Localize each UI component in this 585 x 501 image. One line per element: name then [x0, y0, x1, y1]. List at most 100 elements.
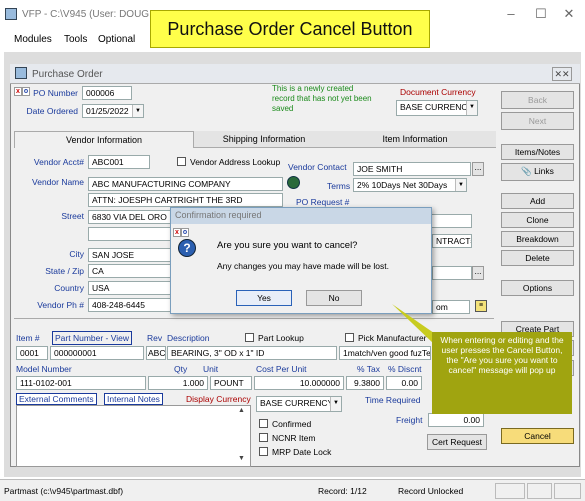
vendor-name-field[interactable]: ABC MANUFACTURING COMPANY [88, 177, 283, 191]
status-panel [554, 483, 581, 499]
part-number-view-link[interactable]: Part Number - View [52, 331, 133, 345]
ncnr-item-checkbox[interactable] [259, 433, 268, 442]
comments-textarea[interactable] [16, 405, 251, 467]
vendor-attn-field[interactable]: ATTN: JOESPH CARTRIGHT THE 3RD [88, 193, 283, 207]
document-currency-label: Document Currency [400, 87, 476, 97]
region-lookup-button[interactable]: ... [472, 266, 484, 280]
options-button[interactable]: Options [501, 280, 574, 296]
state-zip-label: State / Zip [45, 266, 84, 276]
tab-external-comments[interactable]: External Comments [16, 393, 97, 405]
menu-modules[interactable]: Modules [14, 34, 52, 45]
date-ordered-value: 01/25/2022 [86, 106, 129, 116]
scroll-up-icon[interactable]: ▲ [238, 407, 245, 414]
chevron-down-icon[interactable]: ▼ [132, 105, 143, 117]
minimize-icon[interactable]: – [500, 6, 522, 22]
delete-button[interactable]: Delete [501, 250, 574, 266]
part-number-field[interactable]: 000000001 [50, 346, 144, 360]
terms-select[interactable]: 2% 10Days Net 30Days ▼ [353, 178, 467, 192]
confirmed-checkbox[interactable] [259, 419, 268, 428]
add-button[interactable]: Add [501, 193, 574, 209]
back-button[interactable]: Back [501, 91, 574, 109]
tab-vendor-information[interactable]: Vendor Information [14, 131, 194, 148]
status-panel [527, 483, 552, 499]
contract-field-fragment[interactable] [432, 214, 472, 228]
country-field[interactable]: USA [88, 281, 176, 295]
model-number-label: Model Number [16, 364, 72, 374]
display-currency-value: BASE CURRENCY [260, 398, 334, 408]
state-field[interactable]: CA [88, 264, 176, 278]
unit-field[interactable]: POUNT [210, 376, 252, 390]
clone-button[interactable]: Clone [501, 212, 574, 228]
rev-field[interactable]: ABC [146, 346, 166, 360]
cost-per-unit-label: Cost Per Unit [256, 364, 307, 374]
ncnr-item-label: NCNR Item [272, 433, 316, 443]
status-record: Record: 1/12 [318, 486, 367, 496]
cert-request-button[interactable]: Cert Request [427, 434, 487, 450]
menu-tools[interactable]: Tools [64, 34, 87, 45]
qty-field[interactable]: 1.000 [148, 376, 208, 390]
items-notes-button[interactable]: Items/Notes [501, 144, 574, 160]
vendor-acct-field[interactable]: ABC001 [88, 155, 150, 169]
chevron-down-icon[interactable]: ▼ [330, 397, 341, 411]
globe-icon[interactable] [287, 176, 300, 189]
email-icon[interactable]: ≡ [475, 300, 487, 312]
discount-field[interactable]: 0.00 [386, 376, 422, 390]
item-number-label: Item # [16, 333, 40, 343]
model-number-field[interactable]: 111-0102-001 [16, 376, 146, 390]
scroll-down-icon[interactable]: ▼ [238, 455, 245, 462]
no-button[interactable]: No [306, 290, 362, 306]
cancel-button[interactable]: Cancel [501, 428, 574, 444]
region-field-fragment[interactable] [432, 266, 472, 280]
maximize-icon[interactable]: ☐ [530, 6, 552, 22]
vendor-acct-label: Vendor Acct# [33, 157, 84, 167]
app-icon [5, 8, 17, 20]
vendor-phone-field[interactable]: 408-248-6445 [88, 298, 176, 312]
description-field[interactable]: BEARING, 3" OD x 1" ID [167, 346, 337, 360]
document-currency-select[interactable]: BASE CURRENCY ▼ [396, 100, 478, 116]
vendor-address-lookup-checkbox[interactable] [177, 157, 186, 166]
vendor-contact-lookup-button[interactable]: ... [472, 162, 484, 176]
tax-field[interactable]: 9.3800 [346, 376, 384, 390]
part-lookup-label: Part Lookup [258, 333, 304, 343]
manufacturer-note-field[interactable]: 1match/ven good fuzTe [339, 346, 431, 360]
tab-internal-notes[interactable]: Internal Notes [104, 393, 163, 405]
po-window-icon [15, 67, 27, 79]
yes-button[interactable]: Yes [236, 290, 292, 306]
street-line2-field[interactable] [88, 227, 176, 241]
cancel-tooltip: When entering or editing and the user pr… [432, 332, 572, 414]
pick-manufacturer-checkbox[interactable] [345, 333, 354, 342]
next-button[interactable]: Next [501, 112, 574, 130]
vendor-contact-field[interactable]: JOE SMITH [353, 162, 471, 176]
street-field[interactable]: 6830 VIA DEL ORO [88, 210, 176, 224]
confirmed-label: Confirmed [272, 419, 312, 429]
menu-optional[interactable]: Optional [98, 34, 135, 45]
cost-per-unit-field[interactable]: 10.000000 [254, 376, 344, 390]
status-note: This is a newly created record that has … [272, 84, 372, 113]
date-ordered-field[interactable]: 01/25/2022 ▼ [82, 104, 144, 118]
po-number-field[interactable]: 000006 [82, 86, 132, 100]
chevron-down-icon[interactable]: ▼ [466, 101, 477, 115]
tab-shipping-information[interactable]: Shipping Information [194, 131, 334, 148]
display-currency-select[interactable]: BASE CURRENCY ▼ [256, 396, 342, 412]
po-window-close-icon[interactable]: ✕✕ [552, 67, 572, 81]
paperclip-icon: 📎 [521, 166, 532, 176]
dialog-title: Confirmation required [171, 208, 431, 224]
question-icon: ? [178, 239, 196, 257]
vendor-address-lookup-label: Vendor Address Lookup [190, 157, 281, 167]
callout-banner: Purchase Order Cancel Button [150, 10, 430, 48]
mrp-date-lock-checkbox[interactable] [259, 447, 268, 456]
breakdown-button[interactable]: Breakdown [501, 231, 574, 247]
item-number-field[interactable]: 0001 [16, 346, 48, 360]
tax-label: % Tax [357, 364, 380, 374]
links-button[interactable]: 📎 Links [501, 163, 574, 181]
tab-item-information[interactable]: Item Information [334, 131, 496, 148]
window-title: VFP - C:\V945 (User: DOUG [22, 9, 150, 20]
status-table-path: Partmast (c:\v945\partmast.dbf) [4, 486, 124, 496]
close-icon[interactable]: ✕ [558, 6, 580, 22]
freight-field[interactable]: 0.00 [428, 413, 484, 427]
chevron-down-icon[interactable]: ▼ [455, 179, 466, 191]
mrp-date-lock-label: MRP Date Lock [272, 447, 332, 457]
city-field[interactable]: SAN JOSE [88, 248, 176, 262]
contract-number-field[interactable]: NTRACT# [432, 234, 472, 248]
part-lookup-checkbox[interactable] [245, 333, 254, 342]
